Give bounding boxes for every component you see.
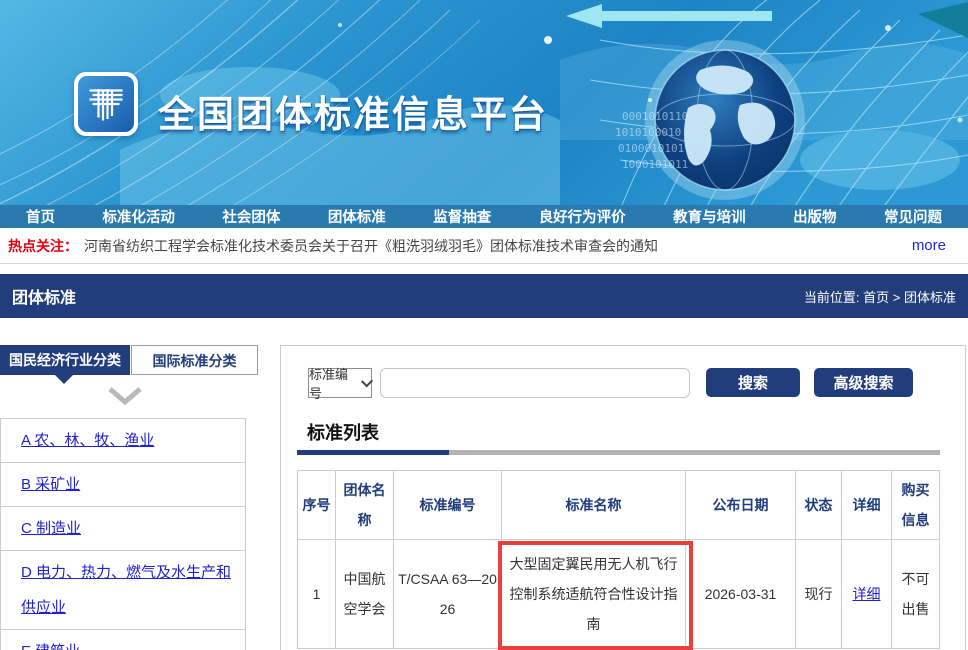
cell-purchase-info: 不可出售	[892, 540, 940, 649]
active-tab-pointer	[55, 375, 73, 384]
list-heading: 标准列表	[307, 419, 379, 445]
select-caret-icon	[361, 375, 373, 387]
breadcrumb: 当前位置: 首页 > 团体标准	[804, 287, 956, 306]
cell-seq: 1	[298, 540, 336, 649]
cell-organization: 中国航空学会	[336, 540, 394, 649]
hot-topic-notice-link[interactable]: 河南省纺织工程学会标准化技术委员会关于召开《粗洗羽绒羽毛》团体标准技术审查会的通…	[84, 236, 912, 256]
search-field-selected-option: 标准编号	[309, 364, 357, 402]
more-link[interactable]: more	[912, 237, 946, 254]
col-header-publish-date: 公布日期	[686, 471, 796, 540]
col-header-seq: 序号	[298, 471, 336, 540]
col-header-organization: 团体名称	[336, 471, 394, 540]
nav-item-standardization-activities[interactable]: 标准化活动	[102, 206, 175, 227]
sidebar-item-b-mining[interactable]: B 采矿业	[21, 476, 80, 493]
list-item: E 建筑业	[1, 630, 245, 650]
table-header-row: 序号 团体名称 标准编号 标准名称 公布日期 状态 详细 购买信息	[298, 471, 940, 540]
col-header-standard-name: 标准名称	[502, 471, 686, 540]
svg-text:1010100010: 1010100010	[615, 126, 681, 139]
col-header-status: 状态	[796, 471, 842, 540]
nav-item-supervision-sampling[interactable]: 监督抽查	[433, 206, 491, 227]
nav-item-social-groups[interactable]: 社会团体	[222, 206, 280, 227]
col-header-standard-code: 标准编号	[394, 471, 502, 540]
cell-status: 现行	[796, 540, 842, 649]
col-header-detail: 详细	[842, 471, 892, 540]
nav-item-education-training[interactable]: 教育与培训	[673, 206, 746, 227]
industry-category-list: A 农、林、牧、渔业 B 采矿业 C 制造业 D 电力、热力、燃气及水生产和供应…	[0, 418, 246, 650]
cell-detail: 详细	[842, 540, 892, 649]
search-field-select[interactable]: 标准编号	[308, 368, 372, 398]
nav-item-group-standards[interactable]: 团体标准	[328, 206, 386, 227]
svg-text:0001010110: 0001010110	[622, 110, 688, 123]
sidebar-item-c-manufacturing[interactable]: C 制造业	[21, 520, 81, 537]
sidebar-item-a-agriculture[interactable]: A 农、林、牧、渔业	[21, 432, 154, 449]
page: 0001010110 1010100010 0100010101 1000101…	[0, 0, 968, 650]
chevron-down-icon	[107, 386, 143, 411]
list-item: B 采矿业	[1, 463, 245, 507]
search-button[interactable]: 搜索	[706, 368, 800, 397]
sidebar-item-e-construction[interactable]: E 建筑业	[21, 643, 80, 650]
hot-topic-bar: 热点关注： 河南省纺织工程学会标准化技术委员会关于召开《粗洗羽绒羽毛》团体标准技…	[0, 228, 968, 264]
breadcrumb-current-link[interactable]: 团体标准	[904, 290, 956, 305]
advanced-search-button[interactable]: 高级搜索	[814, 368, 913, 397]
header-banner: 0001010110 1010100010 0100010101 1000101…	[0, 0, 968, 205]
nav-item-faq[interactable]: 常见问题	[884, 206, 942, 227]
tab-international-standard-classification[interactable]: 国际标准分类	[131, 345, 258, 375]
nav-item-publications[interactable]: 出版物	[793, 206, 837, 227]
detail-link[interactable]: 详细	[853, 586, 881, 602]
cell-publish-date: 2026-03-31	[686, 540, 796, 649]
breadcrumb-home-link[interactable]: 首页	[863, 290, 889, 305]
list-item: C 制造业	[1, 507, 245, 551]
cell-standard-code: T/CSAA 63—2026	[394, 540, 502, 649]
page-title: 团体标准	[12, 284, 76, 308]
list-item: D 电力、热力、燃气及水生产和供应业	[1, 551, 245, 630]
heading-rule	[297, 450, 940, 455]
site-title: 全国团体标准信息平台	[158, 84, 548, 138]
heading-rule-accent	[297, 450, 449, 455]
nav-item-home[interactable]: 首页	[26, 206, 55, 227]
tab-national-economy-classification[interactable]: 国民经济行业分类	[0, 345, 130, 375]
table-row: 1 中国航空学会 T/CSAA 63—2026 大型固定翼民用无人机飞行控制系统…	[298, 540, 940, 649]
cell-standard-name: 大型固定翼民用无人机飞行控制系统适航符合性设计指南	[502, 540, 686, 649]
sidebar-item-d-electricity-heat-gas-water[interactable]: D 电力、热力、燃气及水生产和供应业	[21, 564, 231, 616]
breadcrumb-separator: >	[893, 290, 904, 305]
nav-item-good-behavior-evaluation[interactable]: 良好行为评价	[539, 206, 626, 227]
hot-topic-label: 热点关注：	[8, 236, 78, 256]
platform-logo[interactable]	[74, 72, 138, 136]
main-nav: 首页 标准化活动 社会团体 团体标准 监督抽查 良好行为评价 教育与培训 出版物…	[0, 205, 968, 228]
platform-logo-glyph	[78, 76, 134, 132]
section-bar: 团体标准 当前位置: 首页 > 团体标准	[0, 274, 968, 318]
standards-table: 序号 团体名称 标准编号 标准名称 公布日期 状态 详细 购买信息 1 中国航空…	[297, 470, 940, 649]
col-header-purchase-info: 购买信息	[892, 471, 940, 540]
svg-text:0100010101: 0100010101	[618, 142, 684, 155]
svg-text:1000101011: 1000101011	[622, 158, 688, 171]
list-item: A 农、林、牧、渔业	[1, 419, 245, 463]
search-input[interactable]	[380, 368, 690, 398]
breadcrumb-label: 当前位置:	[804, 290, 863, 305]
